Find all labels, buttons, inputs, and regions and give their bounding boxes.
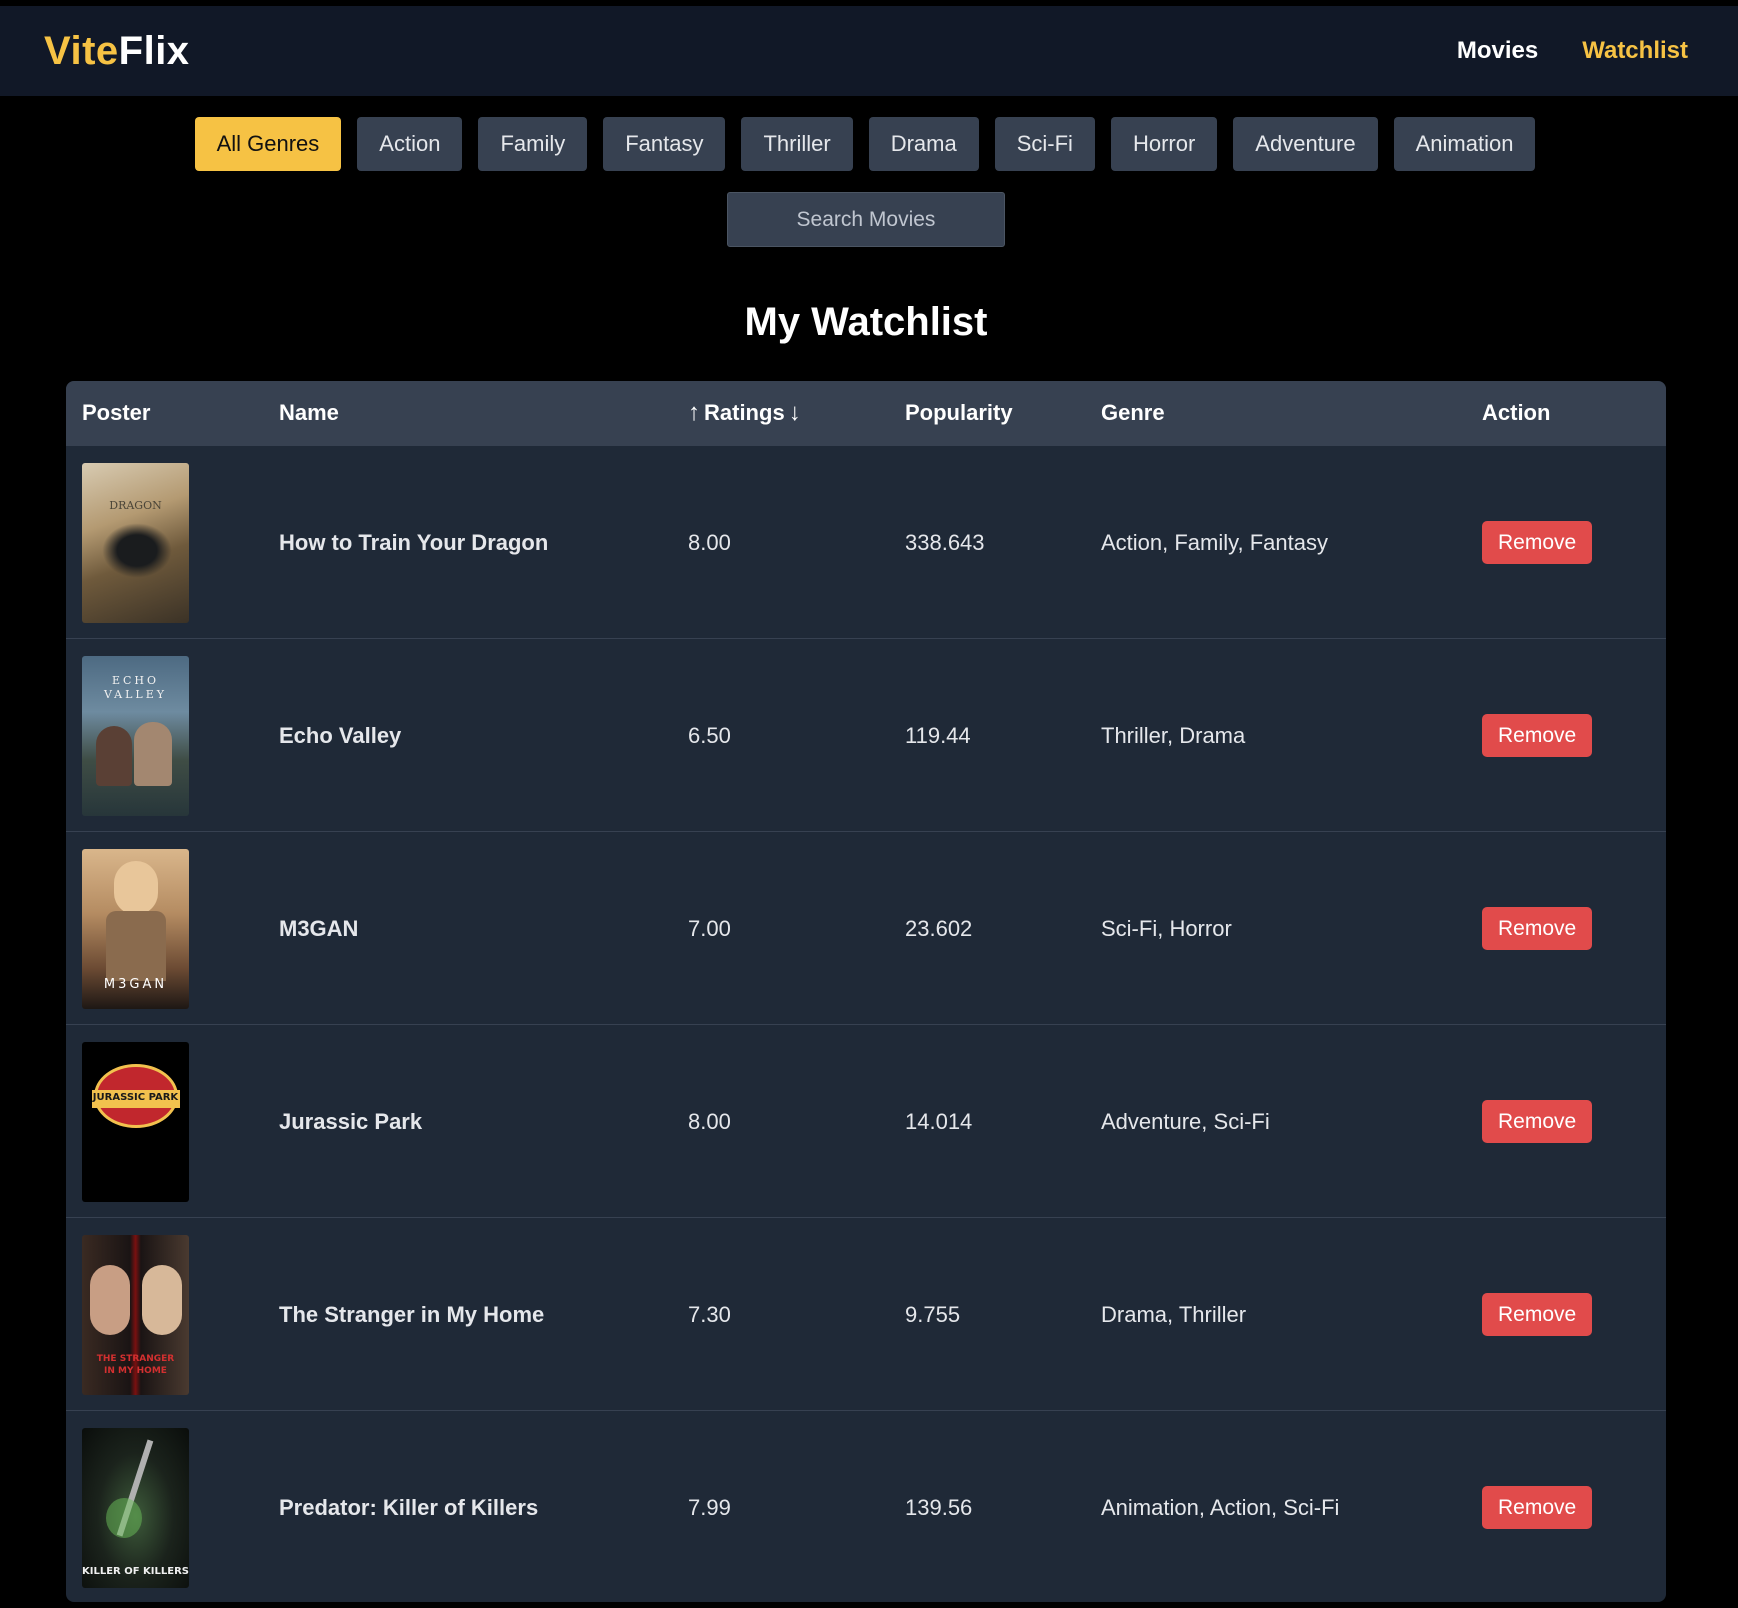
- watchlist-table: Poster Name ↑ Ratings ↓ Popularity Genre…: [66, 381, 1666, 1602]
- poster-title-text: DRAGON: [109, 498, 162, 512]
- logo[interactable]: ViteFlix: [44, 29, 190, 74]
- movie-genre: Sci-Fi, Horror: [1101, 915, 1232, 941]
- movie-rating: 8.00: [688, 529, 731, 555]
- genre-button-all[interactable]: All Genres: [194, 117, 342, 171]
- movie-rating: 6.50: [688, 722, 731, 748]
- poster-cell: DRAGON: [82, 446, 189, 639]
- logo-part-vite: Vite: [44, 28, 119, 73]
- poster-title-text: JURASSIC PARK: [92, 1091, 179, 1103]
- genre-button-scifi[interactable]: Sci-Fi: [994, 117, 1095, 171]
- movie-rating: 8.00: [688, 1108, 731, 1134]
- figure-left: [96, 725, 132, 786]
- action-cell: Remove: [1482, 1025, 1593, 1218]
- movie-genre: Action, Family, Fantasy: [1101, 529, 1328, 555]
- movie-genre: Adventure, Sci-Fi: [1101, 1108, 1270, 1134]
- figure-head: [114, 860, 158, 915]
- header-action: Action: [1482, 400, 1551, 425]
- movie-name: Predator: Killer of Killers: [279, 1494, 539, 1520]
- nav-links: Movies Watchlist: [1457, 37, 1688, 65]
- poster-cell: KILLER OF KILLERS: [82, 1411, 189, 1602]
- movie-name: How to Train Your Dragon: [279, 529, 549, 555]
- poster-title-text: THE STRANGER IN MY HOME: [96, 1353, 175, 1376]
- movie-popularity: 9.755: [905, 1301, 961, 1327]
- header-name: Name: [279, 400, 339, 425]
- movie-name: The Stranger in My Home: [279, 1301, 545, 1327]
- genre-button-drama[interactable]: Drama: [868, 117, 979, 171]
- poster-cell: JURASSIC PARK: [82, 1025, 189, 1218]
- genre-button-animation[interactable]: Animation: [1393, 117, 1536, 171]
- sort-ascending-arrow-icon[interactable]: ↑: [688, 399, 700, 427]
- movie-popularity: 139.56: [905, 1494, 973, 1520]
- poster-image-how-to-train-your-dragon: DRAGON: [82, 462, 189, 623]
- poster-image-predator-killer-of-killers: KILLER OF KILLERS: [82, 1427, 189, 1588]
- poster-title-text: ECHO VALLEY: [103, 673, 168, 701]
- action-cell: Remove: [1482, 1411, 1593, 1602]
- genre-button-family[interactable]: Family: [478, 117, 588, 171]
- poster-cell: M3GAN: [82, 832, 189, 1025]
- nav-link-movies[interactable]: Movies: [1457, 37, 1538, 65]
- header-genre: Genre: [1101, 400, 1165, 425]
- header-popularity: Popularity: [905, 400, 1013, 425]
- search-input[interactable]: [727, 192, 1005, 247]
- table-row: ECHO VALLEY Echo Valley 6.50 119.44 Thri…: [66, 638, 1666, 831]
- navbar: ViteFlix Movies Watchlist: [0, 6, 1738, 96]
- header-poster: Poster: [82, 400, 151, 425]
- movie-rating: 7.99: [688, 1494, 731, 1520]
- movie-genre: Thriller, Drama: [1101, 722, 1246, 748]
- action-cell: Remove: [1482, 639, 1593, 832]
- table-row: DRAGON How to Train Your Dragon 8.00 338…: [66, 445, 1666, 638]
- action-cell: Remove: [1482, 832, 1593, 1025]
- face-right: [142, 1264, 182, 1335]
- genre-button-fantasy[interactable]: Fantasy: [603, 117, 726, 171]
- green-glow: [106, 1497, 142, 1538]
- poster-image-echo-valley: ECHO VALLEY: [82, 655, 189, 816]
- genre-button-horror[interactable]: Horror: [1110, 117, 1218, 171]
- page-title: My Watchlist: [744, 300, 988, 344]
- remove-button[interactable]: Remove: [1482, 521, 1593, 564]
- movie-genre: Animation, Action, Sci-Fi: [1101, 1494, 1340, 1520]
- movie-name: Echo Valley: [279, 722, 402, 748]
- movie-rating: 7.00: [688, 915, 731, 941]
- movie-name: Jurassic Park: [279, 1108, 423, 1134]
- face-left: [90, 1264, 130, 1335]
- movie-genre: Drama, Thriller: [1101, 1301, 1247, 1327]
- genre-button-adventure[interactable]: Adventure: [1233, 117, 1378, 171]
- figure-body: [106, 910, 166, 981]
- remove-button[interactable]: Remove: [1482, 907, 1593, 950]
- movie-popularity: 119.44: [905, 722, 971, 748]
- table-row: JURASSIC PARK Jurassic Park 8.00 14.014 …: [66, 1024, 1666, 1217]
- poster-image-jurassic-park: JURASSIC PARK: [82, 1041, 189, 1202]
- figure-right: [134, 721, 172, 786]
- poster-cell: ECHO VALLEY: [82, 639, 189, 832]
- movie-name: M3GAN: [279, 915, 359, 941]
- remove-button[interactable]: Remove: [1482, 714, 1593, 757]
- table-row: M3GAN M3GAN 7.00 23.602 Sci-Fi, Horror R…: [66, 831, 1666, 1024]
- movie-popularity: 23.602: [905, 915, 973, 941]
- action-cell: Remove: [1482, 446, 1593, 639]
- genre-button-action[interactable]: Action: [357, 117, 463, 171]
- poster-title-text: KILLER OF KILLERS: [82, 1565, 189, 1577]
- sort-descending-arrow-icon[interactable]: ↓: [789, 399, 801, 427]
- table-row: KILLER OF KILLERS Predator: Killer of Ki…: [66, 1410, 1666, 1602]
- nav-link-watchlist[interactable]: Watchlist: [1582, 37, 1688, 65]
- dragon-shape: [102, 522, 172, 578]
- genre-button-thriller[interactable]: Thriller: [741, 117, 853, 171]
- movie-rating: 7.30: [688, 1301, 731, 1327]
- table-header: Poster Name ↑ Ratings ↓ Popularity Genre…: [66, 381, 1666, 445]
- header-ratings: ↑ Ratings ↓: [688, 381, 801, 445]
- poster-cell: THE STRANGER IN MY HOME: [82, 1218, 189, 1411]
- poster-image-m3gan: M3GAN: [82, 848, 189, 1009]
- action-cell: Remove: [1482, 1218, 1593, 1411]
- header-ratings-label: Ratings: [704, 400, 785, 425]
- genre-filter-bar: All Genres Action Family Fantasy Thrille…: [0, 117, 1738, 171]
- table-row: THE STRANGER IN MY HOME The Stranger in …: [66, 1217, 1666, 1410]
- remove-button[interactable]: Remove: [1482, 1100, 1593, 1143]
- movie-popularity: 14.014: [905, 1108, 973, 1134]
- movie-popularity: 338.643: [905, 529, 985, 555]
- poster-image-the-stranger-in-my-home: THE STRANGER IN MY HOME: [82, 1234, 189, 1395]
- logo-part-flix: Flix: [118, 28, 190, 73]
- remove-button[interactable]: Remove: [1482, 1293, 1593, 1336]
- remove-button[interactable]: Remove: [1482, 1486, 1593, 1529]
- poster-title-text: M3GAN: [103, 976, 168, 992]
